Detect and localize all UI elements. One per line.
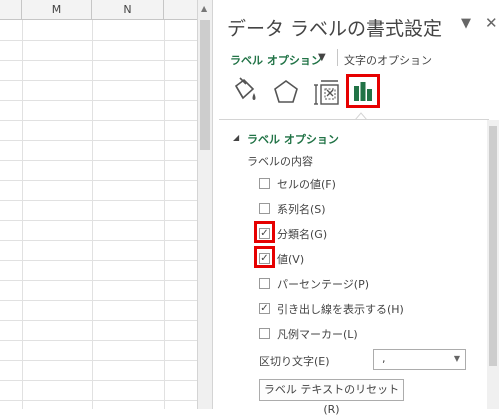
separator-label: 区切り文字(E) — [259, 355, 330, 368]
grid-row-line — [0, 320, 197, 321]
grid-column-line — [92, 20, 93, 409]
collapse-triangle-icon[interactable]: ◢ — [233, 133, 239, 142]
sheet-vertical-scrollbar[interactable]: ▲ — [197, 0, 212, 409]
highlight-category-name — [254, 221, 275, 243]
bar-chart-icon[interactable] — [346, 74, 380, 108]
separator-value: , — [382, 352, 386, 365]
grid-row-line — [0, 180, 197, 181]
reset-label-text-button[interactable]: ラベル テキストのリセット(R) — [259, 379, 404, 416]
size-properties-icon[interactable] — [310, 76, 342, 108]
pane-divider — [219, 119, 489, 120]
checkbox-label: パーセンテージ(P) — [277, 278, 369, 291]
grid-row-line — [0, 380, 197, 381]
checkbox[interactable] — [259, 203, 270, 214]
grid-row-line — [0, 200, 197, 201]
column-header-row: M N — [0, 0, 197, 20]
tab-label-options[interactable]: ラベル オプション — [230, 52, 322, 68]
grid-row-line — [0, 260, 197, 261]
tab-divider — [337, 49, 338, 66]
format-data-labels-pane: データ ラベルの書式設定 ▼ ✕ ラベル オプション ▼ 文字のオプション ◢ … — [212, 0, 500, 416]
checkbox[interactable] — [259, 328, 270, 339]
paint-bucket-icon[interactable] — [227, 76, 259, 108]
checkbox-label: 分類名(G) — [277, 228, 328, 241]
pentagon-icon[interactable] — [270, 76, 302, 108]
grid-row-line — [0, 300, 197, 301]
label-contents-heading: ラベルの内容 — [247, 155, 313, 168]
column-header-N[interactable]: N — [92, 0, 164, 19]
column-header-O[interactable] — [164, 0, 197, 19]
grid-row-line — [0, 240, 197, 241]
grid-row-line — [0, 400, 197, 401]
grid-column-line — [22, 20, 23, 409]
close-icon[interactable]: ✕ — [485, 14, 498, 32]
grid-row-line — [0, 360, 197, 361]
chevron-down-icon[interactable]: ▼ — [318, 52, 326, 63]
grid-row-line — [0, 40, 197, 41]
checkbox-label: 凡例マーカー(L) — [277, 328, 358, 341]
grid-row-line — [0, 160, 197, 161]
checkbox-label: 引き出し線を表示する(H) — [277, 303, 404, 316]
grid-row-line — [0, 100, 197, 101]
separator-dropdown[interactable]: , ▼ — [373, 349, 466, 370]
checkbox-label: 値(V) — [277, 253, 305, 266]
highlight-value — [254, 246, 275, 268]
column-header-L[interactable] — [0, 0, 22, 19]
column-header-M[interactable]: M — [22, 0, 92, 19]
grid-row-line — [0, 340, 197, 341]
grid-row-line — [0, 280, 197, 281]
sheet-scroll-thumb[interactable] — [200, 20, 210, 150]
checkbox[interactable] — [259, 278, 270, 289]
grid-row-line — [0, 220, 197, 221]
scroll-up-arrow-icon[interactable]: ▲ — [201, 4, 207, 13]
checkbox[interactable] — [259, 178, 270, 189]
section-title-label-options[interactable]: ラベル オプション — [247, 131, 339, 147]
checkbox[interactable]: ✓ — [259, 303, 270, 314]
pane-options-chevron-down-icon[interactable]: ▼ — [461, 16, 471, 31]
grid-column-line — [164, 20, 165, 409]
grid-row-line — [0, 60, 197, 61]
grid-row-line — [0, 120, 197, 121]
pane-title: データ ラベルの書式設定 — [227, 18, 443, 40]
checkbox-label: セルの値(F) — [277, 178, 336, 191]
spreadsheet-grid[interactable]: M N — [0, 0, 197, 409]
chevron-down-icon[interactable]: ▼ — [454, 354, 460, 363]
tab-text-options[interactable]: 文字のオプション — [344, 52, 432, 68]
grid-row-line — [0, 140, 197, 141]
options-scroll-thumb[interactable] — [489, 126, 497, 366]
checkbox-label: 系列名(S) — [277, 203, 326, 216]
grid-row-line — [0, 80, 197, 81]
